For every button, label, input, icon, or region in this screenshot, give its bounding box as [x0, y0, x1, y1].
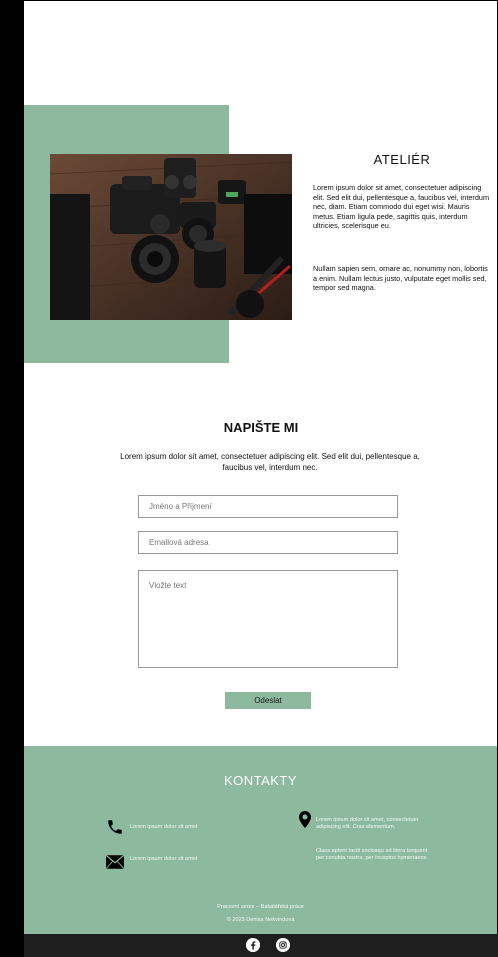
footer-title: KONTAKTY [223, 773, 298, 788]
email-field[interactable] [138, 531, 398, 554]
atelier-paragraph-2: Nullam sapien sem, ornare ac, nonummy no… [313, 264, 488, 293]
atelier-paragraph-1: Lorem ipsum dolor sit amet, consectetuer… [313, 183, 490, 231]
atelier-title: ATELIÉR [373, 152, 431, 167]
location-pin-icon [299, 811, 311, 828]
mail-icon [106, 855, 124, 869]
facebook-icon[interactable] [246, 938, 260, 952]
instagram-icon[interactable] [276, 938, 290, 952]
social-bar [24, 934, 498, 957]
contact-form-lead: Lorem ipsum dolor sit amet, consectetuer… [120, 452, 420, 472]
phone-text: Lorem ipsum dolor sit amet [130, 824, 198, 830]
address-text-2: Class aptent taciti sociosqu ad litora t… [316, 848, 428, 862]
footer-contacts: KONTAKTY Lorem ipsum dolor sit amet Lore… [24, 746, 497, 934]
name-field[interactable] [138, 495, 398, 518]
address-text-1: Lorem ipsum dolor sit amet, consectetuer… [316, 817, 419, 831]
phone-icon [108, 820, 122, 834]
mail-text: Lorem ipsum dolor sit amet [130, 856, 198, 862]
send-button[interactable]: Odeslat [225, 692, 311, 709]
contact-form-title: NAPIŠTE MI [223, 420, 299, 435]
footer-work-version: Pracovní verze – Bakalářská práce [217, 904, 304, 910]
footer-copyright: © 2023 Denisa Nekvindová [226, 917, 295, 923]
message-field[interactable] [138, 570, 398, 668]
atelier-photo [50, 154, 292, 320]
